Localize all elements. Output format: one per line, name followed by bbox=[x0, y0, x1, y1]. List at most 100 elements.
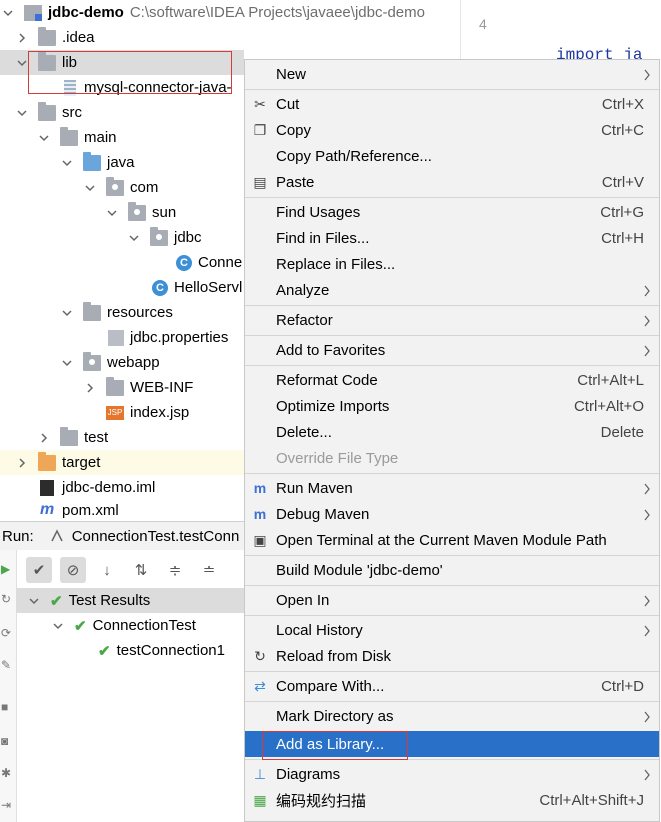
menu-item-find-in-files[interactable]: Find in Files... Ctrl+H bbox=[245, 225, 659, 251]
menu-item-replace-in-files[interactable]: Replace in Files... bbox=[245, 251, 659, 277]
tree-item-connection-test[interactable]: C Conne bbox=[0, 250, 244, 275]
tree-root[interactable]: jdbc-demo C:\software\IDEA Projects\java… bbox=[0, 0, 425, 25]
tree-item-label: index.jsp bbox=[130, 404, 190, 421]
menu-item-cut[interactable]: ✂ Cut Ctrl+X bbox=[245, 91, 659, 117]
tree-item-java[interactable]: java bbox=[0, 150, 244, 175]
copy-icon: ❐ bbox=[253, 121, 267, 138]
tree-item-pom[interactable]: m pom.xml bbox=[0, 500, 244, 520]
menu-item-open-in[interactable]: Open In bbox=[245, 587, 659, 613]
menu-item-compare-with[interactable]: ⇄ Compare With... Ctrl+D bbox=[245, 673, 659, 699]
chevron-down-icon[interactable] bbox=[61, 357, 73, 369]
test-method-row[interactable]: ✔ testConnection1 bbox=[16, 638, 244, 663]
tree-item-label: jdbc bbox=[174, 229, 202, 246]
tree-item-jdbc[interactable]: jdbc bbox=[0, 225, 244, 250]
tree-item-main[interactable]: main bbox=[0, 125, 244, 150]
folder-icon bbox=[106, 376, 124, 396]
menu-item-paste[interactable]: ▤ Paste Ctrl+V bbox=[245, 169, 659, 195]
menu-item-label: Copy Path/Reference... bbox=[276, 147, 432, 165]
tree-item-sun[interactable]: sun bbox=[0, 200, 244, 225]
chevron-down-icon[interactable] bbox=[61, 157, 73, 169]
tree-item-resources[interactable]: resources bbox=[0, 300, 244, 325]
submenu-arrow-icon bbox=[643, 482, 651, 495]
chevron-down-icon[interactable] bbox=[16, 57, 28, 69]
class-icon: C bbox=[152, 279, 168, 296]
menu-item-diagrams[interactable]: ⊥ Diagrams bbox=[245, 761, 659, 787]
menu-item-refactor[interactable]: Refactor bbox=[245, 307, 659, 333]
sort-alpha-icon[interactable]: ↓ bbox=[94, 557, 120, 583]
menu-item-analyze[interactable]: Analyze bbox=[245, 277, 659, 303]
tree-item-label: .idea bbox=[62, 29, 95, 46]
stop-icon[interactable]: ■ bbox=[1, 700, 14, 714]
class-icon: C bbox=[176, 254, 192, 271]
menu-item-code-scan[interactable]: ▦ 编码规约扫描 Ctrl+Alt+Shift+J bbox=[245, 787, 659, 813]
menu-item-reformat-code[interactable]: Reformat Code Ctrl+Alt+L bbox=[245, 367, 659, 393]
menu-item-add-to-favorites[interactable]: Add to Favorites bbox=[245, 337, 659, 363]
tree-item-test[interactable]: test bbox=[0, 425, 244, 450]
run-tab[interactable]: ConnectionTest.testConn bbox=[72, 528, 240, 545]
collapse-all-icon[interactable]: ≐ bbox=[196, 557, 222, 583]
settings-icon[interactable]: ✱ bbox=[1, 766, 14, 780]
chevron-down-icon[interactable] bbox=[2, 7, 14, 19]
chevron-down-icon[interactable] bbox=[128, 232, 140, 244]
menu-item-local-history[interactable]: Local History bbox=[245, 617, 659, 643]
tree-item-hello-servlet[interactable]: C HelloServl bbox=[0, 275, 244, 300]
chevron-right-icon[interactable] bbox=[16, 457, 28, 469]
chevron-down-icon[interactable] bbox=[61, 307, 73, 319]
menu-item-run-maven[interactable]: m Run Maven bbox=[245, 475, 659, 501]
menu-item-label: Local History bbox=[276, 621, 363, 639]
tree-item-iml[interactable]: jdbc-demo.iml bbox=[0, 475, 244, 500]
wrench-icon[interactable]: ✎ bbox=[1, 658, 14, 672]
menu-item-label: Analyze bbox=[276, 281, 330, 299]
chevron-down-icon[interactable] bbox=[106, 207, 118, 219]
show-passed-icon[interactable]: ✔ bbox=[26, 557, 52, 583]
menu-item-build-module[interactable]: Build Module 'jdbc-demo' bbox=[245, 557, 659, 583]
tree-item-src[interactable]: src bbox=[0, 100, 244, 125]
expand-all-icon[interactable]: ≑ bbox=[162, 557, 188, 583]
test-results-root[interactable]: ✔ Test Results bbox=[16, 588, 256, 613]
test-class-row[interactable]: ✔ ConnectionTest bbox=[16, 613, 244, 638]
chevron-down-icon[interactable] bbox=[28, 595, 40, 607]
menu-shortcut: Ctrl+H bbox=[601, 229, 644, 247]
chevron-down-icon[interactable] bbox=[52, 620, 64, 632]
tree-item-web-inf[interactable]: WEB-INF bbox=[0, 375, 244, 400]
tree-item-target[interactable]: target bbox=[0, 450, 244, 475]
tree-item-index-jsp[interactable]: JSP index.jsp bbox=[0, 400, 244, 425]
tree-item-label: webapp bbox=[107, 354, 160, 371]
rerun-icon[interactable]: ▶ bbox=[1, 562, 14, 576]
camera-icon[interactable]: ◙ bbox=[1, 734, 14, 748]
chevron-right-icon[interactable] bbox=[38, 432, 50, 444]
toggle-auto-test-icon[interactable]: ⟳ bbox=[1, 626, 14, 640]
menu-item-copy-path[interactable]: Copy Path/Reference... bbox=[245, 143, 659, 169]
run-tab-bar: Run: ConnectionTest.testConn bbox=[0, 521, 250, 550]
chevron-down-icon[interactable] bbox=[16, 107, 28, 119]
chevron-right-icon[interactable] bbox=[84, 382, 96, 394]
menu-item-new[interactable]: New bbox=[245, 61, 659, 87]
line-number: 4 bbox=[479, 16, 487, 32]
show-ignored-icon[interactable]: ⊘ bbox=[60, 557, 86, 583]
menu-item-open-terminal[interactable]: ▣ Open Terminal at the Current Maven Mod… bbox=[245, 527, 659, 553]
exit-icon[interactable]: ⇥ bbox=[1, 798, 14, 812]
chevron-down-icon[interactable] bbox=[84, 182, 96, 194]
web-folder-icon bbox=[83, 351, 101, 371]
submenu-arrow-icon bbox=[643, 710, 651, 723]
tree-item-webapp[interactable]: webapp bbox=[0, 350, 244, 375]
tree-item-idea[interactable]: .idea bbox=[0, 25, 244, 50]
result-label: Test Results bbox=[68, 592, 151, 609]
sort-duration-icon[interactable]: ⇅ bbox=[128, 557, 154, 583]
menu-item-label: Optimize Imports bbox=[276, 397, 390, 415]
menu-item-copy[interactable]: ❐ Copy Ctrl+C bbox=[245, 117, 659, 143]
tree-item-jdbc-properties[interactable]: jdbc.properties bbox=[0, 325, 244, 350]
menu-item-debug-maven[interactable]: m Debug Maven bbox=[245, 501, 659, 527]
rerun-failed-icon[interactable]: ↻ bbox=[1, 592, 14, 606]
menu-item-delete[interactable]: Delete... Delete bbox=[245, 419, 659, 445]
submenu-arrow-icon bbox=[643, 344, 651, 357]
chevron-right-icon[interactable] bbox=[16, 32, 28, 44]
menu-item-find-usages[interactable]: Find Usages Ctrl+G bbox=[245, 199, 659, 225]
submenu-arrow-icon bbox=[643, 314, 651, 327]
chevron-down-icon[interactable] bbox=[38, 132, 50, 144]
folder-icon bbox=[38, 101, 56, 121]
tree-item-com[interactable]: com bbox=[0, 175, 244, 200]
menu-item-mark-directory-as[interactable]: Mark Directory as bbox=[245, 703, 659, 729]
menu-item-optimize-imports[interactable]: Optimize Imports Ctrl+Alt+O bbox=[245, 393, 659, 419]
menu-item-reload-from-disk[interactable]: ↻ Reload from Disk bbox=[245, 643, 659, 669]
